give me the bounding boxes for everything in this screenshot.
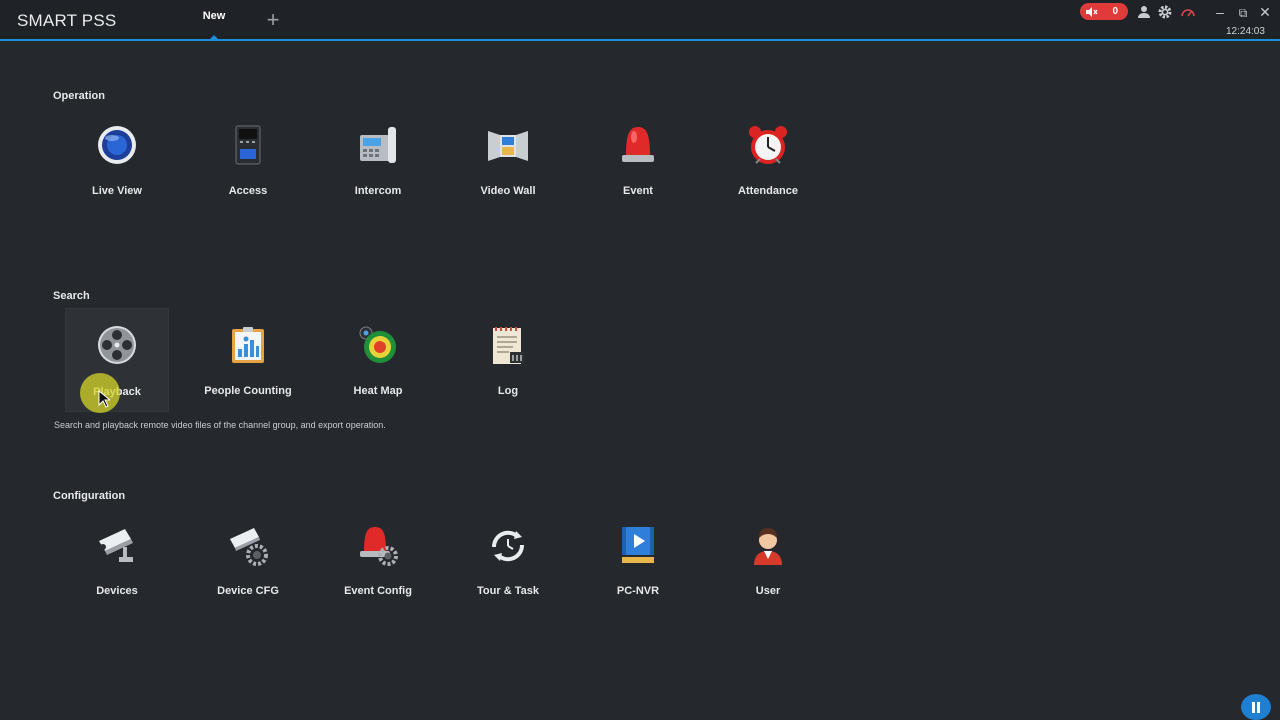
tile-label: Devices	[96, 585, 138, 597]
tile-tour-task[interactable]: Tour & Task	[456, 508, 560, 612]
tile-label: Event	[623, 185, 653, 197]
tile-live-view[interactable]: Live View	[65, 108, 169, 212]
speaker-mute-icon	[1086, 6, 1098, 17]
restore-icon: ⧉	[1238, 6, 1248, 20]
cctv-camera-icon	[99, 529, 133, 562]
alarm-gear-icon	[360, 527, 398, 566]
tile-people-counting[interactable]: People Counting	[196, 308, 300, 412]
clock: 12:24:03	[1226, 26, 1265, 37]
alarm-light-icon	[622, 127, 654, 162]
title-bar: SMART PSS New + 0 – ⧉ ✕ 12:24:03	[0, 0, 1280, 40]
gear-icon[interactable]	[1157, 4, 1173, 20]
video-wall-icon	[488, 131, 528, 161]
tab-new[interactable]: New	[196, 10, 232, 40]
plus-icon: +	[266, 7, 280, 32]
title-bar-accent-line	[0, 39, 1280, 41]
tile-label: Live View	[92, 185, 142, 197]
intercom-phone-icon	[360, 127, 396, 163]
tile-devices[interactable]: Devices	[65, 508, 169, 612]
app-title: SMART PSS	[17, 11, 117, 30]
people-chart-icon	[232, 327, 264, 363]
tile-label: People Counting	[204, 385, 292, 397]
pause-recording-button[interactable]	[1241, 694, 1271, 720]
alarm-count: 0	[1112, 6, 1118, 17]
tile-description: Search and playback remote video files o…	[54, 420, 386, 430]
camera-gear-icon	[230, 528, 268, 566]
log-document-icon	[493, 327, 524, 364]
tab-label: New	[202, 10, 226, 22]
tile-event-config[interactable]: Event Config	[326, 508, 430, 612]
tile-device-cfg[interactable]: Device CFG	[196, 508, 300, 612]
tile-log[interactable]: Log	[456, 308, 560, 412]
tile-label: Heat Map	[353, 385, 403, 397]
user-icon[interactable]	[1136, 4, 1152, 20]
minimize-icon: –	[1216, 4, 1224, 20]
performance-gauge-icon[interactable]	[1180, 4, 1196, 20]
tile-label: Event Config	[344, 585, 412, 597]
tile-heat-map[interactable]: Heat Map	[326, 308, 430, 412]
close-button[interactable]: ✕	[1255, 2, 1275, 22]
tile-pc-nvr[interactable]: PC-NVR	[586, 508, 690, 612]
tile-label: Log	[497, 385, 519, 397]
tile-label: Video Wall	[480, 185, 536, 197]
tile-user[interactable]: User	[716, 508, 820, 612]
tile-label: Access	[228, 185, 268, 197]
tile-label: Tour & Task	[477, 585, 539, 597]
alarm-badge[interactable]: 0	[1080, 3, 1128, 20]
camera-lens-icon	[98, 126, 136, 164]
film-reel-icon	[98, 326, 136, 364]
tile-access[interactable]: Access	[196, 108, 300, 212]
tile-label: Attendance	[738, 185, 798, 197]
pc-nvr-icon	[622, 527, 654, 563]
close-icon: ✕	[1259, 4, 1271, 20]
tile-label: User	[755, 585, 781, 597]
access-panel-icon	[235, 125, 261, 165]
section-title-operation: Operation	[53, 90, 105, 102]
tile-label: Device CFG	[217, 585, 279, 597]
add-tab-button[interactable]: +	[263, 7, 283, 32]
tile-attendance[interactable]: Attendance	[716, 108, 820, 212]
user-avatar-icon	[754, 528, 782, 565]
tile-label: Intercom	[354, 185, 402, 197]
section-title-search: Search	[53, 290, 90, 302]
tile-event[interactable]: Event	[586, 108, 690, 212]
tile-video-wall[interactable]: Video Wall	[456, 108, 560, 212]
tile-label: PC-NVR	[616, 585, 660, 597]
section-title-configuration: Configuration	[53, 490, 126, 502]
alarm-clock-icon	[749, 126, 787, 164]
restore-button[interactable]: ⧉	[1233, 2, 1253, 22]
tile-intercom[interactable]: Intercom	[326, 108, 430, 212]
minimize-button[interactable]: –	[1210, 2, 1230, 22]
heat-map-icon	[359, 326, 396, 363]
mouse-cursor-icon	[98, 390, 110, 408]
tour-cycle-icon	[491, 530, 525, 562]
